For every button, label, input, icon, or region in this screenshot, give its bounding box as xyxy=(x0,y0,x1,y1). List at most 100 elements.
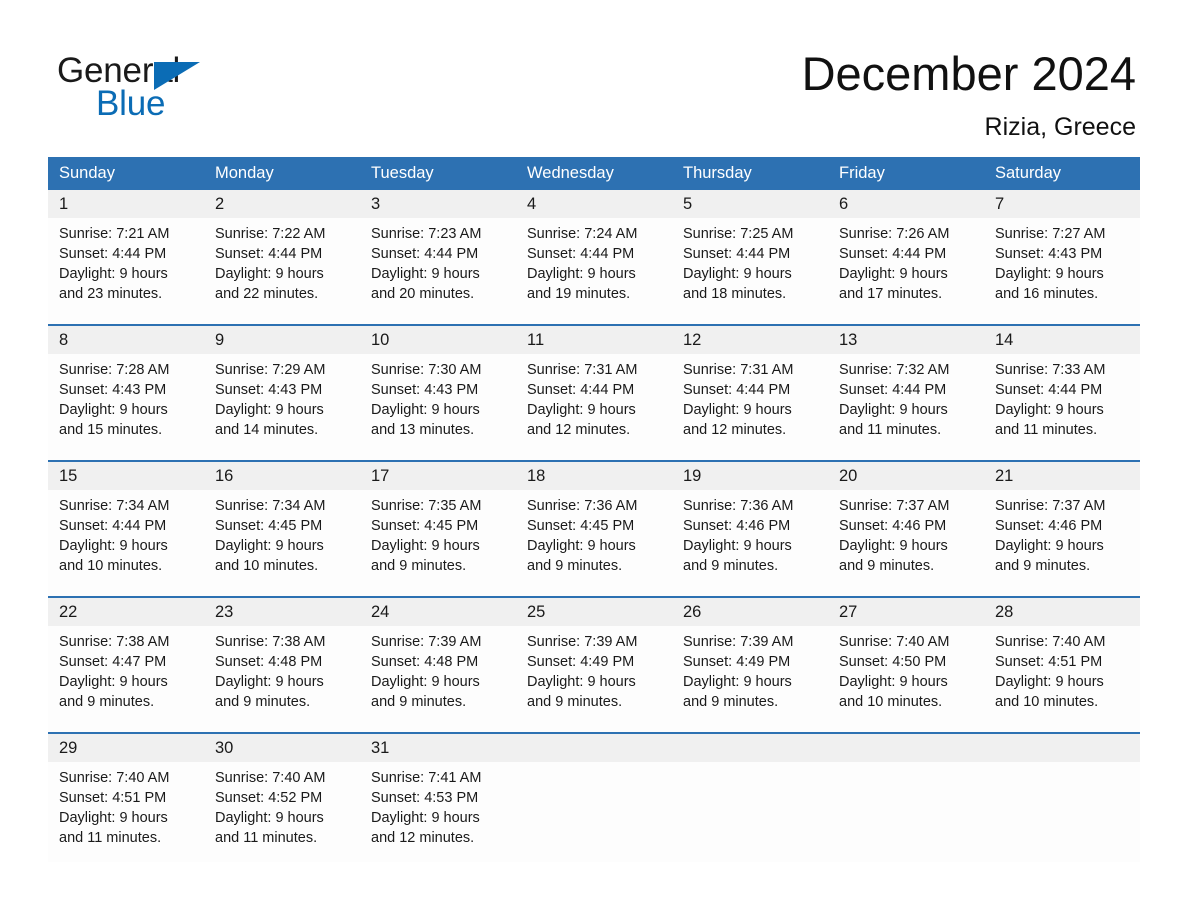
day-number[interactable]: 7 xyxy=(984,190,1140,218)
day-number[interactable]: 6 xyxy=(828,190,984,218)
day-number[interactable]: 13 xyxy=(828,324,984,354)
sunset-text: Sunset: 4:44 PM xyxy=(839,382,947,398)
day-number[interactable]: 28 xyxy=(984,596,1140,626)
day-number[interactable]: 30 xyxy=(204,732,360,762)
day-number[interactable]: 21 xyxy=(984,460,1140,490)
daylight-text: Daylight: 9 hours xyxy=(59,810,168,826)
daylight-text: Daylight: 9 hours xyxy=(995,402,1104,418)
daylight-text: Daylight: 9 hours xyxy=(215,538,324,554)
daylight-text-cont: and 18 minutes. xyxy=(683,286,787,302)
sunset-text: Sunset: 4:43 PM xyxy=(995,246,1103,262)
sunset-text: Sunset: 4:44 PM xyxy=(59,246,167,262)
sunrise-text: Sunrise: 7:37 AM xyxy=(839,498,950,514)
week-1-number-row: 1 2 3 4 5 6 7 xyxy=(48,190,1140,218)
day-cell-empty xyxy=(984,762,1140,862)
day-cell: Sunrise: 7:37 AM Sunset: 4:46 PM Dayligh… xyxy=(828,490,984,597)
day-number[interactable]: 9 xyxy=(204,324,360,354)
day-number[interactable]: 17 xyxy=(360,460,516,490)
day-number[interactable]: 29 xyxy=(48,732,204,762)
title-block: December 2024 Rizia, Greece xyxy=(802,46,1136,142)
week-3-info-row: Sunrise: 7:34 AM Sunset: 4:44 PM Dayligh… xyxy=(48,490,1140,597)
day-number[interactable]: 18 xyxy=(516,460,672,490)
day-number[interactable]: 25 xyxy=(516,596,672,626)
sunset-text: Sunset: 4:44 PM xyxy=(683,246,791,262)
daylight-text-cont: and 9 minutes. xyxy=(683,694,779,710)
sunrise-text: Sunrise: 7:39 AM xyxy=(527,634,638,650)
daylight-text-cont: and 9 minutes. xyxy=(371,558,467,574)
daylight-text: Daylight: 9 hours xyxy=(995,674,1104,690)
day-number[interactable]: 14 xyxy=(984,324,1140,354)
daylight-text: Daylight: 9 hours xyxy=(59,402,168,418)
sunset-text: Sunset: 4:44 PM xyxy=(839,246,947,262)
sunset-text: Sunset: 4:44 PM xyxy=(527,246,635,262)
day-number[interactable]: 27 xyxy=(828,596,984,626)
sunset-text: Sunset: 4:50 PM xyxy=(839,654,947,670)
sunrise-text: Sunrise: 7:28 AM xyxy=(59,362,170,378)
daylight-text-cont: and 12 minutes. xyxy=(683,422,787,438)
day-cell: Sunrise: 7:30 AM Sunset: 4:43 PM Dayligh… xyxy=(360,354,516,461)
sunrise-text: Sunrise: 7:40 AM xyxy=(839,634,950,650)
sunset-text: Sunset: 4:43 PM xyxy=(371,382,479,398)
daylight-text-cont: and 22 minutes. xyxy=(215,286,319,302)
day-number[interactable]: 31 xyxy=(360,732,516,762)
day-number[interactable]: 26 xyxy=(672,596,828,626)
day-number[interactable]: 10 xyxy=(360,324,516,354)
day-number[interactable]: 22 xyxy=(48,596,204,626)
sunrise-text: Sunrise: 7:34 AM xyxy=(59,498,170,514)
daylight-text-cont: and 9 minutes. xyxy=(59,694,155,710)
day-number[interactable]: 16 xyxy=(204,460,360,490)
day-number[interactable]: 11 xyxy=(516,324,672,354)
day-cell: Sunrise: 7:22 AM Sunset: 4:44 PM Dayligh… xyxy=(204,218,360,325)
day-number[interactable]: 5 xyxy=(672,190,828,218)
sunset-text: Sunset: 4:51 PM xyxy=(995,654,1103,670)
daylight-text: Daylight: 9 hours xyxy=(371,402,480,418)
day-cell: Sunrise: 7:35 AM Sunset: 4:45 PM Dayligh… xyxy=(360,490,516,597)
daylight-text: Daylight: 9 hours xyxy=(527,266,636,282)
daylight-text-cont: and 9 minutes. xyxy=(527,694,623,710)
sunset-text: Sunset: 4:51 PM xyxy=(59,790,167,806)
sunrise-text: Sunrise: 7:40 AM xyxy=(215,770,326,786)
day-cell: Sunrise: 7:31 AM Sunset: 4:44 PM Dayligh… xyxy=(516,354,672,461)
daylight-text: Daylight: 9 hours xyxy=(59,538,168,554)
day-cell: Sunrise: 7:33 AM Sunset: 4:44 PM Dayligh… xyxy=(984,354,1140,461)
day-number[interactable]: 19 xyxy=(672,460,828,490)
day-cell-empty xyxy=(516,762,672,862)
sunrise-text: Sunrise: 7:41 AM xyxy=(371,770,482,786)
sunset-text: Sunset: 4:44 PM xyxy=(371,246,479,262)
daylight-text-cont: and 9 minutes. xyxy=(371,694,467,710)
day-cell: Sunrise: 7:32 AM Sunset: 4:44 PM Dayligh… xyxy=(828,354,984,461)
daylight-text-cont: and 19 minutes. xyxy=(527,286,631,302)
sunrise-text: Sunrise: 7:22 AM xyxy=(215,226,326,242)
day-number[interactable]: 12 xyxy=(672,324,828,354)
logo-text-blue: Blue xyxy=(96,84,166,123)
day-cell: Sunrise: 7:29 AM Sunset: 4:43 PM Dayligh… xyxy=(204,354,360,461)
sunset-text: Sunset: 4:45 PM xyxy=(215,518,323,534)
sunrise-text: Sunrise: 7:33 AM xyxy=(995,362,1106,378)
day-number[interactable]: 20 xyxy=(828,460,984,490)
daylight-text: Daylight: 9 hours xyxy=(683,266,792,282)
day-cell: Sunrise: 7:41 AM Sunset: 4:53 PM Dayligh… xyxy=(360,762,516,862)
sunrise-text: Sunrise: 7:35 AM xyxy=(371,498,482,514)
day-number[interactable]: 23 xyxy=(204,596,360,626)
day-number[interactable]: 24 xyxy=(360,596,516,626)
sunset-text: Sunset: 4:49 PM xyxy=(683,654,791,670)
daylight-text: Daylight: 9 hours xyxy=(371,810,480,826)
sunset-text: Sunset: 4:46 PM xyxy=(683,518,791,534)
sunrise-text: Sunrise: 7:38 AM xyxy=(59,634,170,650)
day-number[interactable]: 15 xyxy=(48,460,204,490)
day-number[interactable]: 2 xyxy=(204,190,360,218)
daylight-text: Daylight: 9 hours xyxy=(59,674,168,690)
daylight-text: Daylight: 9 hours xyxy=(215,402,324,418)
sunset-text: Sunset: 4:48 PM xyxy=(371,654,479,670)
day-cell: Sunrise: 7:40 AM Sunset: 4:52 PM Dayligh… xyxy=(204,762,360,862)
sunset-text: Sunset: 4:52 PM xyxy=(215,790,323,806)
sunset-text: Sunset: 4:46 PM xyxy=(995,518,1103,534)
day-number[interactable]: 3 xyxy=(360,190,516,218)
weekday-header-wednesday: Wednesday xyxy=(516,157,672,190)
day-number-empty xyxy=(516,732,672,762)
daylight-text: Daylight: 9 hours xyxy=(371,538,480,554)
day-number[interactable]: 1 xyxy=(48,190,204,218)
day-number[interactable]: 8 xyxy=(48,324,204,354)
day-number[interactable]: 4 xyxy=(516,190,672,218)
location-subtitle: Rizia, Greece xyxy=(984,113,1136,141)
